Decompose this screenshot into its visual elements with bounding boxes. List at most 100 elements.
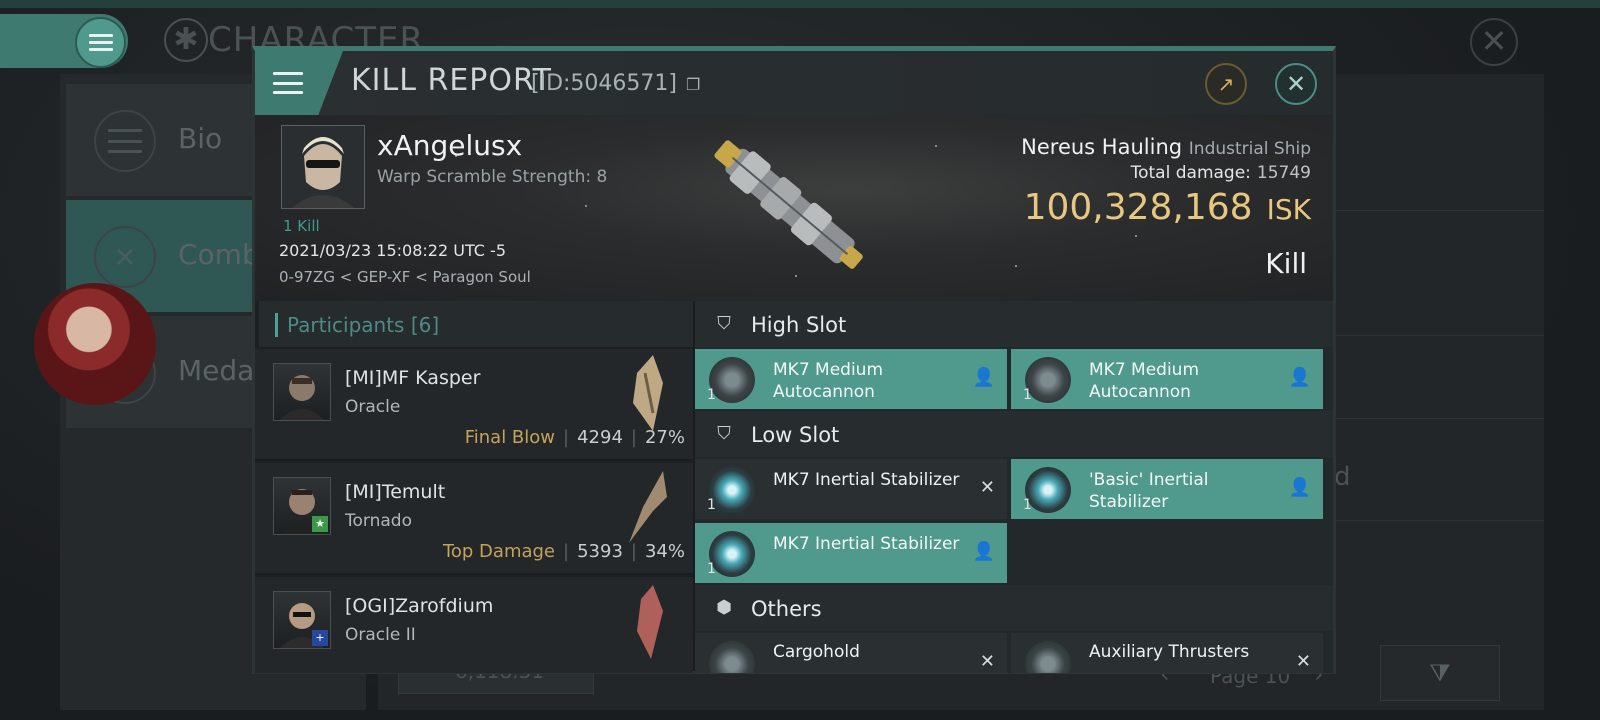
divider [1320, 418, 1544, 419]
participant-portrait: + [273, 591, 331, 649]
share-icon[interactable]: ↗ [1205, 63, 1247, 105]
divider [1320, 520, 1544, 521]
slot-label: Others [751, 597, 822, 621]
isk-value: 100,328,168 ISK [1024, 187, 1311, 228]
destroyed-x-icon: ✕ [979, 651, 995, 672]
kill-location: 0-97ZG < GEP-XF < Paragon Soul [279, 268, 531, 286]
participant-damage: 5393 [577, 541, 623, 562]
item-name: 'Basic' Inertial Stabilizer [1089, 470, 1209, 512]
isk-amount: 100,328,168 [1023, 187, 1253, 228]
kill-count: 1 Kill [283, 217, 320, 235]
participant-stats: Final Blow | 4294 | 27% [464, 427, 685, 448]
fitting-item[interactable]: 1 MK7 Inertial Stabilizer 👤 [695, 523, 1007, 583]
kill-report-modal: KILL REPORT [ID:5046571] ❐ ↗ ✕ xAngelusx… [252, 46, 1336, 674]
fitting-slots-panel: ⛉ High Slot 1 MK7 Medium Autocannon 👤 1 … [695, 301, 1333, 673]
participant-portrait [273, 363, 331, 421]
kill-id-text: [ID:5046571] [531, 71, 677, 96]
kill-id[interactable]: [ID:5046571] ❐ [531, 71, 700, 96]
dropped-person-icon: 👤 [972, 541, 995, 562]
participant-row[interactable]: ★ [MI]Temult Tornado Top Damage | 5393 | 34% [255, 463, 693, 575]
modal-menu-button[interactable] [255, 51, 343, 115]
fitting-item[interactable]: Cargohold ✕ [695, 633, 1007, 673]
participants-header: Participants [6] [255, 301, 693, 347]
fitting-item[interactable]: 1 MK7 Medium Autocannon 👤 [695, 349, 1007, 409]
participant-percent: 27% [644, 427, 685, 448]
character-avatar[interactable] [34, 283, 156, 405]
item-name: MK7 Medium Autocannon [773, 360, 884, 402]
slot-label: High Slot [751, 313, 847, 337]
warp-scramble-strength: Warp Scramble Strength: 8 [377, 167, 608, 187]
copy-icon[interactable]: ❐ [686, 75, 700, 94]
item-name: Auxiliary Thrusters [1089, 642, 1250, 662]
background-partial-text: d [1334, 462, 1351, 492]
dropped-person-icon: 👤 [1288, 477, 1311, 498]
fitting-item[interactable]: 1 MK7 Inertial Stabilizer ✕ [695, 459, 1007, 519]
participant-name: [MI]MF Kasper [345, 367, 481, 389]
high-slot-icon: ⛉ [717, 313, 731, 334]
participant-name: [MI]Temult [345, 481, 446, 503]
ship-name: Nereus Hauling Industrial Ship [1021, 135, 1311, 159]
victim-portrait[interactable] [281, 125, 365, 209]
destroyed-x-icon: ✕ [979, 477, 995, 498]
fitting-item[interactable]: Auxiliary Thrusters ✕ [1011, 633, 1323, 673]
menu-lines-icon [94, 110, 156, 172]
item-quantity: 1 [707, 497, 716, 513]
background-close-icon[interactable]: ✕ [1470, 18, 1518, 66]
participants-panel: Participants [6] [MI]MF Kasper Oracle Fi… [255, 301, 693, 673]
participant-ship: Tornado [345, 511, 412, 531]
dropped-person-icon: 👤 [1288, 367, 1311, 388]
item-name: MK7 Medium Autocannon [1089, 360, 1200, 402]
divider [1320, 210, 1544, 211]
total-damage-label: Total damage: [1130, 163, 1251, 183]
plus-badge-icon: + [312, 630, 328, 646]
others-header: ⬢ Others [695, 585, 1333, 631]
side-item-label: Medal [178, 354, 263, 387]
hamburger-icon [273, 72, 303, 94]
participant-percent: 34% [644, 541, 685, 562]
participant-name: [OGI]Zarofdium [345, 595, 494, 617]
kill-datetime: 2021/03/23 15:08:22 UTC -5 [279, 241, 507, 260]
high-slot-header: ⛉ High Slot [695, 301, 1333, 347]
cargohold-icon [709, 641, 755, 673]
participant-ship: Oracle II [345, 625, 416, 645]
divider [1320, 335, 1544, 336]
victim-name: xAngelusx [377, 129, 523, 162]
participant-tag: Final Blow [464, 427, 556, 448]
item-name: Cargohold [773, 642, 860, 662]
isk-currency: ISK [1266, 193, 1311, 226]
low-slot-header: ⛉ Low Slot [695, 411, 1333, 457]
participant-tag: Top Damage [442, 541, 556, 562]
participant-ship-image [629, 471, 667, 543]
item-quantity: 1 [1023, 387, 1032, 403]
thrusters-icon [1025, 641, 1071, 673]
close-icon[interactable]: ✕ [1275, 63, 1317, 105]
ship-class: Industrial Ship [1188, 139, 1311, 159]
kill-result: Kill [1265, 247, 1307, 280]
participant-stats: Top Damage | 5393 | 34% [442, 541, 685, 562]
item-quantity: 1 [707, 561, 716, 577]
participant-ship-image [633, 355, 663, 431]
modal-title: KILL REPORT [351, 63, 552, 98]
item-name: MK7 Inertial Stabilizer [773, 470, 960, 490]
main-menu-button[interactable] [75, 17, 126, 68]
participant-ship-image [637, 585, 663, 659]
ship-name-text: Nereus Hauling [1021, 135, 1183, 159]
low-slot-icon: ⛉ [717, 423, 731, 444]
victim-banner: xAngelusx Warp Scramble Strength: 8 1 Ki… [255, 115, 1333, 301]
vitruvian-man-icon: ✱ [164, 18, 208, 62]
participant-damage: 4294 [577, 427, 623, 448]
fitting-item[interactable]: 1 MK7 Medium Autocannon 👤 [1011, 349, 1323, 409]
total-damage: Total damage: 15749 [1131, 163, 1311, 183]
item-quantity: 1 [707, 387, 716, 403]
participant-row[interactable]: [MI]MF Kasper Oracle Final Blow | 4294 | 27% [255, 349, 693, 461]
fitting-item[interactable]: 1 'Basic' Inertial Stabilizer 👤 [1011, 459, 1323, 519]
cube-icon: ⬢ [716, 597, 732, 618]
participant-row[interactable]: + [OGI]Zarofdium Oracle II [255, 577, 693, 673]
crossed-swords-icon: ✕ [94, 226, 156, 288]
total-damage-value: 15749 [1256, 163, 1311, 183]
star-badge-icon: ★ [312, 516, 328, 532]
side-item-label: Bio [178, 122, 223, 155]
destroyed-x-icon: ✕ [1295, 651, 1311, 672]
participant-ship: Oracle [345, 397, 401, 417]
filter-icon[interactable]: ⧩ [1380, 645, 1500, 701]
